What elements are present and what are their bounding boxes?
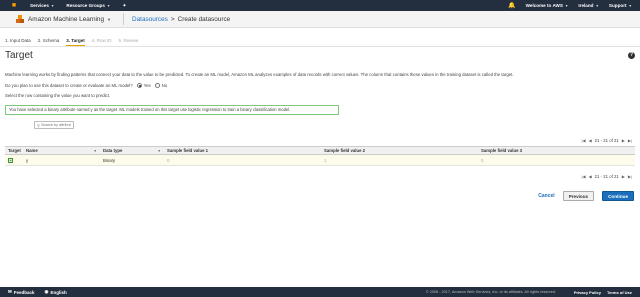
resource-groups-menu[interactable]: Resource Groups ▼ — [66, 3, 110, 8]
feedback-icon: ✉ — [8, 289, 12, 294]
search-input[interactable] — [40, 123, 71, 127]
language-selector[interactable]: ◉ English — [45, 289, 67, 295]
wizard-actions: Cancel Previous Continue — [538, 191, 634, 201]
attributes-table: Target Name ▾ Data type ▾ Sample field v… — [5, 146, 635, 166]
step-input-data[interactable]: 1. Input Data — [5, 38, 31, 46]
region-menu[interactable]: Ireland ▼ — [578, 3, 599, 8]
prev-page-icon[interactable]: ◀ — [589, 138, 592, 143]
next-page-icon[interactable]: ▶ — [622, 138, 625, 143]
col-data-type-label: Data type — [103, 148, 123, 153]
globe-icon: ◉ — [44, 289, 49, 294]
chevron-down-icon[interactable]: ▼ — [107, 17, 111, 22]
footer-bar: ✉ Feedback ◉ English © 2008 - 2017, Amaz… — [0, 287, 640, 297]
col-name[interactable]: Name ▾ — [23, 147, 100, 154]
aws-cube-icon[interactable]: ■ — [10, 2, 18, 10]
radio-yes-label: Yes — [143, 83, 151, 88]
radio-yes-button[interactable] — [136, 83, 142, 88]
first-page-icon[interactable]: |◀ — [581, 174, 585, 179]
target-cell[interactable]: + — [5, 155, 23, 165]
chevron-down-icon: ▼ — [628, 3, 632, 8]
col-sample2: Sample field value 2 — [324, 148, 366, 153]
binary-target-alert: You have selected a binary attribute nam… — [5, 105, 339, 115]
pager-bottom: |◀ ◀ 21 - 21 of 21 ▶ ▶| — [581, 174, 632, 179]
sample1-cell: 0 — [167, 157, 170, 163]
pager-range: 21 - 21 of 21 — [594, 174, 619, 179]
radio-no[interactable]: No — [154, 83, 168, 88]
footer-links: Privacy Policy Terms of Use — [574, 290, 632, 295]
last-page-icon[interactable]: ▶| — [628, 138, 632, 143]
pager-top: |◀ ◀ 21 - 21 of 21 ▶ ▶| — [581, 138, 632, 143]
breadcrumb-separator: > — [170, 15, 175, 23]
sample2-cell: 1 — [324, 157, 327, 163]
col-sample3: Sample field value 3 — [481, 148, 523, 153]
chevron-down-icon: ▼ — [595, 3, 599, 8]
sample3-cell: 0 — [481, 157, 484, 163]
chevron-down-icon: ▼ — [50, 3, 55, 8]
sort-icon[interactable]: ▾ — [158, 149, 160, 153]
col-data-type[interactable]: Data type ▾ — [100, 147, 164, 154]
target-selected-icon[interactable]: + — [8, 157, 13, 163]
region-label: Ireland — [578, 3, 594, 8]
instruction-text: Select the row containing the value you … — [5, 93, 111, 98]
account-menu[interactable]: Welcome to AWS ▼ — [526, 3, 569, 8]
data-type-cell: Binary — [103, 157, 116, 163]
last-page-icon[interactable]: ▶| — [628, 174, 632, 179]
next-page-icon[interactable]: ▶ — [622, 174, 625, 179]
language-label: English — [50, 289, 67, 295]
resource-groups-label: Resource Groups — [66, 3, 105, 8]
step-schema[interactable]: 2. Schema — [38, 38, 60, 46]
prev-page-icon[interactable]: ◀ — [589, 174, 592, 179]
help-icon[interactable]: ? — [628, 52, 635, 59]
service-header: Amazon Machine Learning ▼ Datasources > … — [0, 11, 640, 28]
page-description: Machine learning works by finding patter… — [5, 72, 514, 77]
previous-button[interactable]: Previous — [562, 191, 595, 201]
wizard-steps: 1. Input Data 2. Schema 3. Target 4. Row… — [5, 38, 145, 46]
question-text: Do you plan to use this dataset to creat… — [5, 83, 133, 88]
search-icon: ⚲ — [37, 122, 40, 128]
table-header: Target Name ▾ Data type ▾ Sample field v… — [5, 146, 635, 155]
feedback-link[interactable]: ✉ Feedback — [8, 289, 35, 295]
page-title: Target — [5, 50, 33, 61]
support-label: Support — [608, 3, 627, 8]
bell-icon[interactable]: 🔔 — [508, 2, 515, 9]
privacy-policy-link[interactable]: Privacy Policy — [574, 290, 601, 295]
top-nav-right: 🔔 Welcome to AWS ▼ Ireland ▼ Support ▼ — [508, 0, 632, 11]
name-cell: y — [26, 157, 29, 163]
services-menu[interactable]: Services ▼ — [30, 3, 54, 8]
feedback-label: Feedback — [13, 289, 35, 295]
col-sample1: Sample field value 1 — [167, 148, 209, 153]
breadcrumb-datasources-link[interactable]: Datasources — [132, 16, 168, 23]
first-page-icon[interactable]: |◀ — [581, 138, 585, 143]
table-row[interactable]: + y Binary 0 1 0 — [5, 155, 635, 166]
breadcrumb-current: Create datasource — [177, 15, 231, 23]
pager-range: 21 - 21 of 21 — [594, 138, 619, 143]
radio-no-label: No — [161, 83, 168, 88]
evaluate-question: Do you plan to use this dataset to creat… — [5, 83, 167, 88]
copyright-text: © 2008 - 2017, Amazon Web Services, Inc.… — [425, 290, 556, 294]
radio-yes[interactable]: Yes — [136, 83, 151, 88]
cancel-button[interactable]: Cancel — [538, 193, 554, 199]
radio-no-button[interactable] — [154, 83, 160, 88]
pin-icon[interactable]: ✦ — [122, 3, 126, 9]
step-row-id: 4. Row ID — [91, 38, 112, 43]
service-title[interactable]: Amazon Machine Learning — [28, 16, 104, 23]
continue-button[interactable]: Continue — [602, 191, 634, 201]
step-review: 5. Review — [118, 38, 139, 43]
col-name-label: Name — [26, 148, 38, 153]
chevron-down-icon: ▼ — [564, 3, 569, 8]
attribute-search[interactable]: ⚲ — [34, 121, 74, 129]
steps-divider — [0, 46, 640, 47]
terms-of-use-link[interactable]: Terms of Use — [607, 290, 632, 295]
account-label: Welcome to AWS — [525, 3, 563, 8]
step-target[interactable]: 3. Target — [66, 38, 85, 46]
support-menu[interactable]: Support ▼ — [609, 3, 632, 8]
top-nav-bar: ■ Services ▼ Resource Groups ▼ ✦ 🔔 Welco… — [0, 0, 640, 11]
header-divider — [123, 13, 124, 25]
chevron-down-icon: ▼ — [106, 3, 111, 8]
col-target: Target — [8, 148, 21, 153]
services-label: Services — [30, 3, 49, 8]
sort-icon[interactable]: ▾ — [94, 149, 96, 153]
machine-learning-logo-icon — [16, 15, 24, 23]
